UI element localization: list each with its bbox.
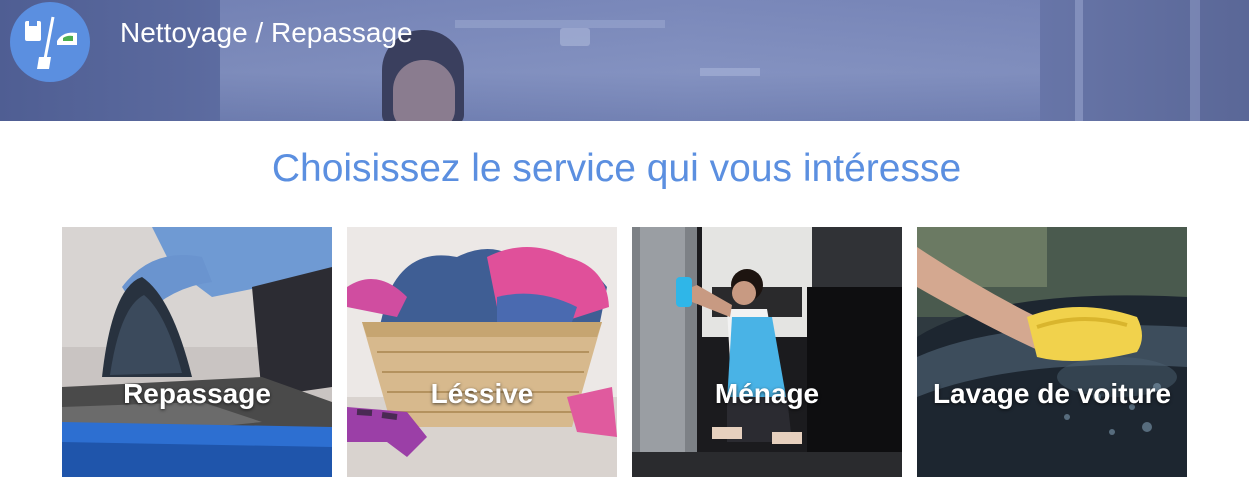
service-card-menage[interactable]: Ménage [632,227,902,477]
banner-person-face [393,60,455,121]
banner-decor [1190,0,1200,121]
car-washing-photo [917,227,1187,477]
service-label: Lavage de voiture [932,378,1172,409]
service-label: Repassage [123,378,271,409]
service-label: Léssive [430,378,534,409]
banner-decor [700,68,760,76]
laundry-basket-photo [347,227,617,477]
banner-decor [1075,0,1083,121]
header-banner: Nettoyage / Repassage [0,0,1249,121]
banner-decor [560,28,590,46]
service-label: Ménage [714,378,820,409]
service-card-repassage[interactable]: Repassage [62,227,332,477]
banner-decor [455,20,665,28]
logo[interactable] [10,2,90,82]
section-heading: Choisissez le service qui vous intéresse [271,147,962,190]
broom-and-iron-icon [25,16,77,69]
ironing-photo [62,227,332,477]
service-card-lavage-de-voiture[interactable]: Lavage de voiture [917,227,1187,477]
page-title: Nettoyage / Repassage [120,17,413,48]
service-card-lessive[interactable]: Léssive [347,227,617,477]
cleaning-woman-photo [632,227,902,477]
